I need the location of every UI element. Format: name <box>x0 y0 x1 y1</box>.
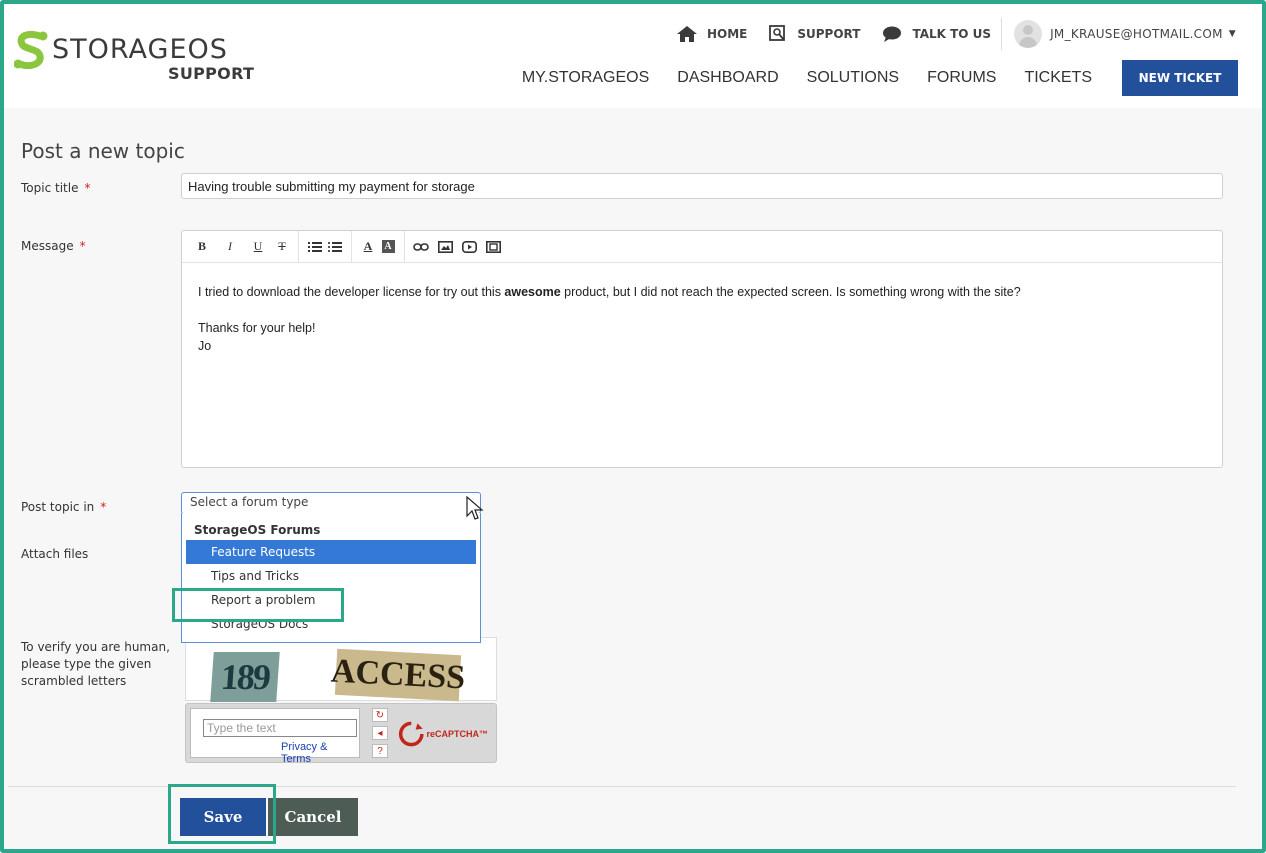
avatar <box>1014 20 1043 48</box>
logo-wordmark: STORAGEOS <box>52 34 228 65</box>
strikethrough-button[interactable]: T <box>272 239 292 254</box>
refresh-icon[interactable]: ↻ <box>372 708 388 722</box>
embed-icon[interactable] <box>483 240 503 253</box>
logo-mark-icon <box>14 30 48 70</box>
italic-button[interactable]: I <box>220 239 240 254</box>
dropdown-group-label: StorageOS Forums <box>194 523 321 537</box>
nav-solutions[interactable]: SOLUTIONS <box>807 69 899 87</box>
toolbar-divider <box>404 230 405 263</box>
recaptcha-logo-text: reCAPTCHA™ <box>426 729 488 739</box>
main-nav: MY.STORAGEOS DASHBOARD SOLUTIONS FORUMS … <box>522 60 1238 96</box>
toolbar-divider <box>351 230 352 263</box>
home-label: HOME <box>706 27 748 41</box>
option-storageos-docs[interactable]: StorageOS Docs <box>186 612 476 636</box>
audio-icon[interactable]: ◂ <box>372 726 388 740</box>
chevron-down-icon: ▼ <box>1228 29 1236 39</box>
page-title: Post a new topic <box>21 139 185 163</box>
nav-my-storageos[interactable]: MY.STORAGEOS <box>522 69 649 87</box>
new-ticket-button[interactable]: NEW TICKET <box>1122 60 1238 96</box>
font-color-button[interactable]: A <box>358 239 378 254</box>
nav-forums[interactable]: FORUMS <box>927 69 996 87</box>
option-report-a-problem[interactable]: Report a problem <box>186 588 476 612</box>
message-editor[interactable]: B I U T A A I tried to download the deve… <box>181 230 1223 468</box>
support-icon <box>769 25 787 43</box>
image-icon[interactable] <box>435 240 455 253</box>
forum-type-select[interactable]: Select a forum type <box>181 492 481 514</box>
bold-button[interactable]: B <box>192 239 212 254</box>
support-link[interactable]: SUPPORT <box>769 25 860 43</box>
message-label: Message * <box>21 239 86 253</box>
talk-to-us-label: TALK TO US <box>912 27 992 41</box>
message-line-1: I tried to download the developer licens… <box>198 285 1021 299</box>
message-text[interactable]: I tried to download the developer licens… <box>182 263 1222 375</box>
privacy-terms-link[interactable]: Privacy & Terms <box>281 741 359 765</box>
editor-toolbar: B I U T A A <box>182 230 1222 263</box>
top-links: HOME SUPPORT TALK TO US JM_KRAUSE@HOTMAI… <box>655 18 1236 50</box>
post-topic-in-label: Post topic in * <box>21 500 107 514</box>
nav-dashboard[interactable]: DASHBOARD <box>677 69 778 87</box>
highlight-color-button[interactable]: A <box>378 240 398 253</box>
message-line-3: Jo <box>198 339 212 353</box>
form-divider <box>8 786 1236 787</box>
post-topic-form: Post a new topic Topic title * Having tro… <box>4 108 1262 849</box>
home-icon <box>676 26 697 42</box>
captcha-input-panel: Type the text Privacy & Terms <box>190 708 360 765</box>
toolbar-divider <box>298 230 299 263</box>
nav-tickets[interactable]: TICKETS <box>1024 69 1092 87</box>
storageos-logo[interactable]: STORAGEOS SUPPORT <box>14 30 264 86</box>
required-mark: * <box>79 239 86 253</box>
site-header: STORAGEOS SUPPORT HOME SUPPORT TALK TO U… <box>4 4 1262 108</box>
save-button[interactable]: Save <box>180 798 266 836</box>
chat-icon <box>882 26 902 43</box>
captcha-buttons: ↻ ◂ ? <box>372 708 394 758</box>
logo-subtitle: SUPPORT <box>168 64 255 83</box>
recaptcha-logo: reCAPTCHA™ <box>398 714 488 754</box>
captcha-word-1: 189 <box>210 652 280 702</box>
cancel-button[interactable]: Cancel <box>268 798 358 836</box>
numbered-list-icon[interactable] <box>325 241 345 252</box>
captcha-input[interactable]: Type the text <box>203 719 357 737</box>
required-mark: * <box>84 181 91 195</box>
topic-title-label: Topic title * <box>21 181 91 195</box>
required-mark: * <box>100 500 107 514</box>
topic-title-input[interactable]: Having trouble submitting my payment for… <box>181 173 1223 199</box>
underline-button[interactable]: U <box>248 239 268 254</box>
recaptcha-widget: 189 ACCESS Type the text Privacy & Terms… <box>181 631 497 765</box>
link-icon[interactable] <box>411 242 431 252</box>
captcha-instructions: To verify you are human, please type the… <box>21 640 170 688</box>
captcha-controls: Type the text Privacy & Terms ↻ ◂ ? reCA… <box>185 703 497 765</box>
recaptcha-icon <box>398 721 424 747</box>
forum-type-dropdown: StorageOS Forums Feature Requests Tips a… <box>181 513 481 643</box>
option-feature-requests[interactable]: Feature Requests <box>186 540 476 564</box>
attach-files-label: Attach files <box>21 547 89 561</box>
support-label: SUPPORT <box>797 27 861 41</box>
user-menu[interactable]: JM_KRAUSE@HOTMAIL.COM ▼ <box>1001 18 1236 50</box>
bullet-list-icon[interactable] <box>305 241 325 252</box>
talk-to-us-link[interactable]: TALK TO US <box>882 26 991 43</box>
mouse-cursor-icon <box>466 496 484 520</box>
option-tips-and-tricks[interactable]: Tips and Tricks <box>186 564 476 588</box>
video-icon[interactable] <box>459 240 479 253</box>
home-link[interactable]: HOME <box>676 26 748 42</box>
help-icon[interactable]: ? <box>372 744 388 758</box>
message-line-2: Thanks for your help! <box>198 321 316 335</box>
captcha-word-2: ACCESS <box>330 648 466 702</box>
user-email: JM_KRAUSE@HOTMAIL.COM <box>1050 27 1223 41</box>
captcha-image: 189 ACCESS <box>185 637 497 702</box>
